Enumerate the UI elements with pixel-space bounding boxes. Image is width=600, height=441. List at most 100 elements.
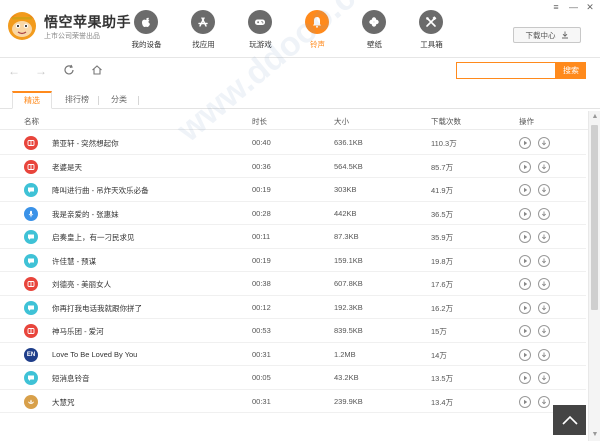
ringtone-downloads: 110.3万 xyxy=(431,139,457,148)
play-icon[interactable] xyxy=(519,231,531,243)
table-row[interactable]: 刘德亮 - 美丽女人 00:38 607.8KB 17.6万 xyxy=(0,272,586,296)
table-row[interactable]: 短消息铃音 00:05 43.2KB 13.5万 xyxy=(0,366,586,390)
ringtone-downloads: 41.9万 xyxy=(431,186,454,195)
back-arrow-icon[interactable]: ← xyxy=(7,64,21,78)
nav-label: 壁纸 xyxy=(367,40,382,49)
chat-icon xyxy=(24,183,38,197)
play-icon[interactable] xyxy=(519,160,531,173)
table-row[interactable]: 老婆是天 00:36 564.5KB 85.7万 xyxy=(0,155,586,178)
table-row[interactable]: 我是亲爱的 - 张惠妹 00:28 442KB 36.5万 xyxy=(0,202,586,225)
nav-games[interactable]: 玩游戏 xyxy=(232,0,289,58)
download-icon[interactable] xyxy=(538,325,550,337)
ringtone-duration: 00:38 xyxy=(252,279,271,288)
nav-my-device[interactable]: 我的设备 xyxy=(118,0,175,58)
ringtone-size: 636.1KB xyxy=(334,138,363,147)
download-icon xyxy=(561,31,568,39)
nav-find-apps[interactable]: 找应用 xyxy=(175,0,232,58)
table-row[interactable]: 降叫进行曲 - 吊炸天欢乐必备 00:19 303KB 41.9万 xyxy=(0,178,586,202)
download-icon[interactable] xyxy=(538,137,550,149)
refresh-icon[interactable] xyxy=(62,64,76,78)
ringtone-duration: 00:36 xyxy=(252,161,271,171)
download-icon[interactable] xyxy=(538,254,550,267)
minimize-button[interactable]: — xyxy=(569,3,578,12)
play-icon[interactable] xyxy=(519,254,531,267)
scroll-up-icon[interactable]: ▲ xyxy=(589,111,600,123)
download-icon[interactable] xyxy=(538,395,550,408)
tab-ranking[interactable]: 排行榜 xyxy=(60,91,94,109)
toolbar: ← → 搜索 xyxy=(0,58,600,84)
table-header: 名称 时长 大小 下载次数 操作 xyxy=(0,111,600,130)
music-icon xyxy=(24,159,38,174)
ringtone-list: 萧亚轩 - 突然想起你 00:40 636.1KB 110.3万 老婆是天 00:36 56… xyxy=(0,131,586,413)
nav-ringtones[interactable]: 铃声 xyxy=(289,0,346,58)
en-icon: EN xyxy=(24,347,38,362)
table-row[interactable]: EN Love To Be Loved By You 00:31 1.2MB 14万 xyxy=(0,343,586,366)
download-icon[interactable] xyxy=(538,278,550,290)
tab-featured[interactable]: 精选 xyxy=(12,91,52,109)
table-row[interactable]: 启奏皇上，有一刁民求见 00:11 87.3KB 35.9万 xyxy=(0,225,586,249)
chat-icon xyxy=(24,253,38,268)
table-row[interactable]: 你再打我电话我就跟你拼了 00:12 192.3KB 16.2万 xyxy=(0,296,586,319)
ringtone-name: 大慧咒 xyxy=(52,397,75,407)
download-icon[interactable] xyxy=(538,372,550,384)
lotus-icon xyxy=(24,394,38,409)
download-icon[interactable] xyxy=(538,207,550,220)
ringtone-size: 192.3KB xyxy=(334,302,363,312)
ringtone-downloads: 13.4万 xyxy=(431,397,454,407)
download-icon[interactable] xyxy=(538,160,550,173)
music-icon xyxy=(24,136,38,150)
search-button[interactable]: 搜索 xyxy=(556,62,586,79)
ringtone-duration: 00:40 xyxy=(252,138,271,147)
ringtone-name: 你再打我电话我就跟你拼了 xyxy=(52,303,142,313)
chat-icon xyxy=(24,230,38,244)
download-center-button[interactable]: 下载中心 xyxy=(513,27,581,43)
download-center-label: 下载中心 xyxy=(525,30,556,40)
download-icon[interactable] xyxy=(538,301,550,314)
back-to-top-button[interactable] xyxy=(553,405,586,435)
ringtone-downloads: 15万 xyxy=(431,327,447,336)
header-downloads: 下载次数 xyxy=(431,117,461,126)
play-icon[interactable] xyxy=(519,395,531,408)
play-icon[interactable] xyxy=(519,372,531,384)
ringtone-name: Love To Be Loved By You xyxy=(52,349,138,359)
ringtone-name: 我是亲爱的 - 张惠妹 xyxy=(52,209,119,219)
download-icon[interactable] xyxy=(538,184,550,196)
header-actions: 操作 xyxy=(519,117,534,126)
tab-divider xyxy=(98,96,99,105)
table-row[interactable]: 神马乐团 - 爱河 00:53 839.5KB 15万 xyxy=(0,319,586,343)
ringtone-name: 降叫进行曲 - 吊炸天欢乐必备 xyxy=(52,186,149,195)
close-button[interactable]: ✕ xyxy=(586,3,594,12)
ringtone-name: 刘德亮 - 美丽女人 xyxy=(52,280,112,289)
home-icon[interactable] xyxy=(90,64,104,78)
ringtone-duration: 00:53 xyxy=(252,326,271,335)
ringtone-downloads: 14万 xyxy=(431,350,447,360)
download-icon[interactable] xyxy=(538,348,550,361)
scroll-down-icon[interactable]: ▼ xyxy=(589,429,600,441)
ringtone-name: 许佳慧 - 预谋 xyxy=(52,256,97,266)
menu-button[interactable]: ≡ xyxy=(552,3,560,12)
play-icon[interactable] xyxy=(519,301,531,314)
table-row[interactable]: 萧亚轩 - 突然想起你 00:40 636.1KB 110.3万 xyxy=(0,131,586,155)
ringtone-size: 159.1KB xyxy=(334,255,363,265)
forward-arrow-icon[interactable]: → xyxy=(34,64,48,78)
music-icon xyxy=(24,277,38,291)
search-input[interactable] xyxy=(457,63,555,78)
play-icon[interactable] xyxy=(519,137,531,149)
ringtone-size: 239.9KB xyxy=(334,396,363,406)
nav-wallpapers[interactable]: 壁纸 xyxy=(346,0,403,58)
play-icon[interactable] xyxy=(519,207,531,220)
tab-categories[interactable]: 分类 xyxy=(104,91,134,109)
table-row[interactable]: 大慧咒 00:31 239.9KB 13.4万 xyxy=(0,390,586,413)
nav-toolbox[interactable]: 工具箱 xyxy=(403,0,460,58)
play-icon[interactable] xyxy=(519,325,531,337)
ringtone-size: 1.2MB xyxy=(334,349,356,359)
table-row[interactable]: 许佳慧 - 预谋 00:19 159.1KB 19.8万 xyxy=(0,249,586,272)
download-icon[interactable] xyxy=(538,231,550,243)
play-icon[interactable] xyxy=(519,348,531,361)
play-icon[interactable] xyxy=(519,278,531,290)
scroll-thumb[interactable] xyxy=(591,125,598,310)
vertical-scrollbar[interactable]: ▲ ▼ xyxy=(588,111,600,441)
ringtone-downloads: 36.5万 xyxy=(431,209,454,219)
ringtone-duration: 00:31 xyxy=(252,396,271,406)
play-icon[interactable] xyxy=(519,184,531,196)
